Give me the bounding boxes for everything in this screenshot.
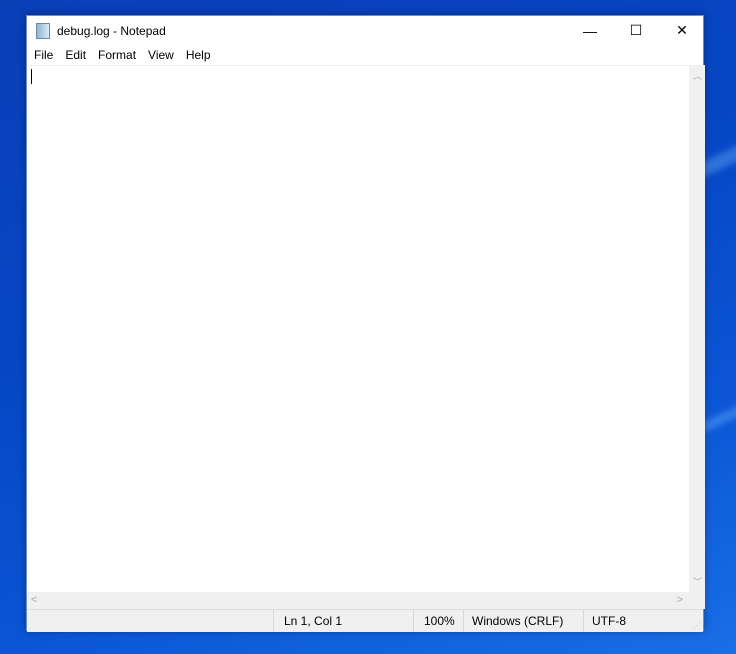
maximize-button[interactable]: ☐ (613, 16, 659, 45)
status-bar: Ln 1, Col 1 100% Windows (CRLF) UTF-8 ⋰ (27, 609, 703, 632)
notepad-icon (36, 22, 50, 39)
status-position: Ln 1, Col 1 (273, 610, 342, 632)
status-line-ending: Windows (CRLF) (463, 610, 563, 632)
scroll-down-icon[interactable]: ﹀ (693, 575, 702, 588)
menu-edit[interactable]: Edit (59, 48, 92, 62)
notepad-window: debug.log - Notepad — ☐ ✕ File Edit Form… (26, 15, 705, 632)
wallpaper-streak (700, 397, 736, 433)
close-button[interactable]: ✕ (659, 16, 705, 45)
horizontal-scrollbar[interactable]: < > (27, 592, 689, 609)
window-title: debug.log - Notepad (57, 23, 166, 38)
menu-file[interactable]: File (27, 48, 59, 62)
text-caret (31, 69, 32, 84)
text-editor[interactable] (27, 65, 689, 592)
title-bar[interactable]: debug.log - Notepad — ☐ ✕ (27, 16, 703, 45)
resize-grip-icon[interactable]: ⋰ (693, 621, 701, 630)
status-zoom: 100% (413, 610, 455, 632)
scroll-up-icon[interactable]: ︿ (693, 69, 702, 82)
scroll-left-icon[interactable]: < (31, 594, 37, 606)
menu-view[interactable]: View (142, 48, 180, 62)
minimize-button[interactable]: — (567, 16, 613, 45)
scroll-right-icon[interactable]: > (677, 594, 683, 606)
vertical-scrollbar[interactable]: ︿ ﹀ (689, 65, 705, 592)
scrollbar-corner (689, 592, 705, 609)
status-encoding: UTF-8 (583, 610, 626, 632)
menu-bar: File Edit Format View Help (27, 45, 217, 65)
menu-help[interactable]: Help (180, 48, 217, 62)
menu-format[interactable]: Format (92, 48, 142, 62)
